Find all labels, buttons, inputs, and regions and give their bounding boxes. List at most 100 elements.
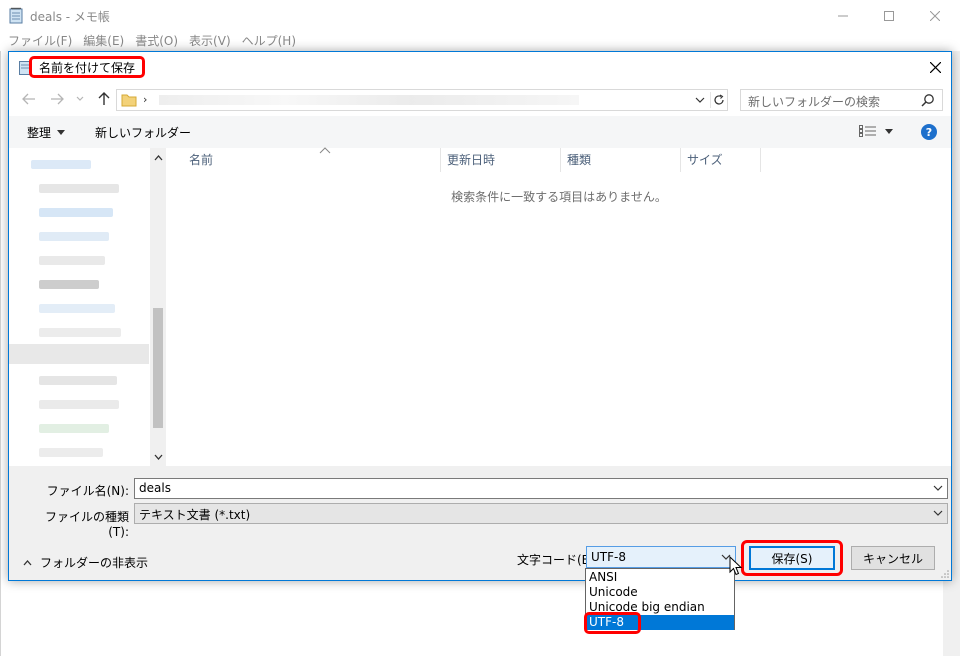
resize-grip-icon[interactable] [939, 570, 949, 580]
column-header-label: 更新日時 [447, 153, 496, 167]
nav-item-blurred[interactable] [39, 328, 121, 337]
nav-item-blurred[interactable] [39, 424, 109, 433]
nav-item-blurred[interactable] [39, 256, 105, 265]
chevron-up-icon [23, 559, 32, 565]
arrow-right-icon [51, 93, 64, 105]
back-button[interactable] [18, 87, 40, 111]
nav-item-blurred[interactable] [39, 208, 113, 217]
details-view-icon [859, 125, 876, 137]
help-button[interactable]: ? [921, 124, 937, 140]
recent-locations-button[interactable] [73, 87, 87, 111]
chevron-down-icon [76, 96, 84, 101]
navigation-bar: › 新しいフォルダーの検索 [9, 82, 951, 116]
column-header-size[interactable]: サイズ [681, 148, 761, 172]
close-icon [929, 61, 941, 73]
nav-item-blurred[interactable] [39, 448, 103, 457]
menu-view[interactable]: 表示(V) [181, 31, 234, 51]
nav-pane-scrollbar[interactable] [150, 148, 166, 466]
file-name-value: deals [139, 481, 171, 495]
cancel-button[interactable]: キャンセル [851, 546, 935, 570]
caret-down-icon [885, 128, 893, 134]
file-type-dropdown-button[interactable] [931, 506, 945, 520]
column-header-label: 種類 [567, 153, 592, 167]
forward-button[interactable] [46, 87, 68, 111]
nav-item-blurred[interactable] [39, 400, 119, 409]
scroll-up-button[interactable] [150, 151, 166, 165]
hide-folders-button[interactable]: フォルダーの非表示 [23, 554, 148, 571]
scroll-thumb[interactable] [153, 308, 163, 428]
search-icon [921, 93, 935, 107]
file-type-label: ファイルの種類(T): [44, 510, 129, 539]
dialog-title: 名前を付けて保存 [39, 60, 136, 75]
chevron-down-icon [933, 510, 943, 516]
menu-file[interactable]: ファイル(F) [0, 31, 75, 51]
file-name-input[interactable]: deals [134, 478, 948, 499]
organize-button[interactable]: 整理 [27, 124, 66, 141]
minimize-button[interactable] [820, 0, 866, 31]
maximize-button[interactable] [866, 0, 912, 31]
file-type-value: テキスト文書 (*.txt) [139, 508, 251, 522]
chevron-down-icon [933, 485, 943, 491]
search-placeholder: 新しいフォルダーの検索 [748, 95, 881, 109]
file-name-label: ファイル名(N): [46, 484, 129, 498]
nav-item-blurred[interactable] [39, 232, 109, 241]
menu-help[interactable]: ヘルプ(H) [234, 31, 299, 51]
folder-icon [121, 93, 137, 107]
menu-format[interactable]: 書式(O) [127, 31, 181, 51]
sort-ascending-icon [319, 147, 331, 154]
mouse-cursor-icon [729, 556, 743, 576]
column-header-label: サイズ [687, 153, 723, 167]
file-list[interactable]: 名前 更新日時 種類 サイズ 検索条件に一致する項目はありません。 [167, 147, 951, 466]
maximize-icon [884, 10, 894, 21]
dialog-close-button[interactable] [919, 52, 951, 82]
view-options-button[interactable] [859, 125, 893, 137]
chevron-down-icon [154, 454, 162, 460]
nav-item-blurred[interactable] [39, 304, 115, 313]
nav-item-blurred[interactable] [39, 376, 117, 385]
encoding-select[interactable]: UTF-8 [586, 546, 736, 568]
refresh-button[interactable] [710, 92, 727, 108]
save-as-dialog: 名前を付けて保存 › 新しいフォルダーの検索 整理 新しいフォルダー ? 名前 … [8, 51, 952, 581]
browser-area: 名前 更新日時 種類 サイズ 検索条件に一致する項目はありません。 [9, 147, 951, 466]
close-icon [930, 10, 940, 21]
navigation-pane[interactable] [9, 148, 149, 466]
nav-item-blurred[interactable] [39, 280, 99, 289]
search-box[interactable]: 新しいフォルダーの検索 [740, 89, 943, 111]
empty-folder-message: 検索条件に一致する項目はありません。 [451, 190, 667, 204]
notepad-icon [9, 7, 23, 24]
caret-down-icon [57, 130, 66, 135]
notepad-title-bar: deals - メモ帳 [0, 0, 960, 31]
encoding-value: UTF-8 [591, 550, 626, 564]
help-icon: ? [925, 125, 933, 139]
breadcrumb-separator: › [143, 93, 148, 106]
dialog-title-bar: 名前を付けて保存 [9, 52, 951, 82]
nav-item-blurred[interactable] [39, 184, 119, 193]
encoding-option-unicode[interactable]: Unicode [586, 585, 734, 600]
save-button[interactable]: 保存(S) [749, 546, 835, 570]
file-name-dropdown-button[interactable] [931, 481, 945, 495]
scroll-down-button[interactable] [150, 450, 166, 464]
close-button[interactable] [912, 0, 958, 31]
new-folder-button[interactable]: 新しいフォルダー [95, 124, 191, 141]
encoding-option-ansi[interactable]: ANSI [586, 570, 734, 585]
address-dropdown-button[interactable] [692, 92, 708, 108]
chevron-up-icon [154, 155, 162, 161]
column-header-date[interactable]: 更新日時 [441, 148, 561, 172]
command-bar: 整理 新しいフォルダー ? [9, 116, 951, 148]
nav-item-selected[interactable] [9, 344, 149, 364]
menu-edit[interactable]: 編集(E) [75, 31, 127, 51]
arrow-left-icon [22, 93, 35, 105]
blurred-path [159, 95, 579, 105]
nav-item-blurred[interactable] [31, 160, 91, 169]
title-highlight-frame: 名前を付けて保存 [29, 56, 146, 78]
column-header-name[interactable]: 名前 [183, 147, 441, 172]
up-button[interactable] [93, 87, 115, 111]
utf8-highlight-frame [584, 612, 641, 634]
column-header-type[interactable]: 種類 [561, 148, 681, 172]
column-header-label: 名前 [189, 153, 214, 167]
minimize-icon [838, 15, 848, 16]
organize-label: 整理 [27, 126, 52, 140]
address-bar[interactable]: › [116, 89, 728, 111]
file-type-select[interactable]: テキスト文書 (*.txt) [134, 503, 948, 524]
arrow-up-icon [98, 92, 110, 105]
